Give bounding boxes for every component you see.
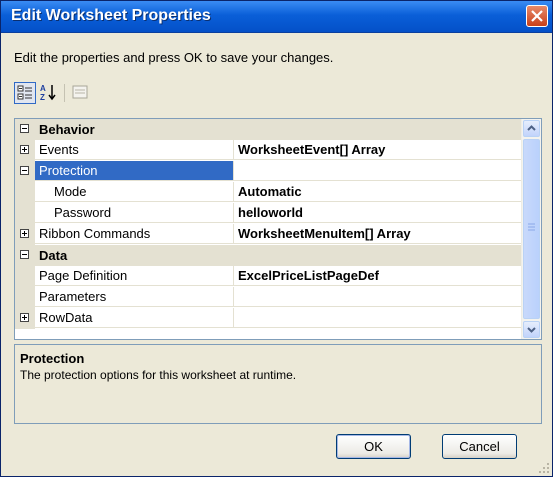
resize-grip-icon[interactable]	[538, 462, 550, 474]
property-row[interactable]: Mode Automatic	[15, 182, 522, 203]
property-value[interactable]	[234, 161, 522, 181]
property-row[interactable]: Page Definition ExcelPriceListPageDef	[15, 266, 522, 287]
alphabetical-button[interactable]: A Z	[38, 82, 60, 104]
collapse-icon[interactable]	[20, 166, 29, 175]
property-row[interactable]: Password helloworld	[15, 203, 522, 224]
cancel-button[interactable]: Cancel	[442, 434, 517, 459]
category-row[interactable]: Behavior	[15, 119, 522, 140]
category-label: Data	[39, 248, 68, 263]
property-row[interactable]: Parameters	[15, 287, 522, 308]
property-row[interactable]: Protection	[15, 161, 522, 182]
toolbar-separator	[64, 84, 65, 102]
title-bar[interactable]: Edit Worksheet Properties	[1, 1, 552, 33]
collapse-icon[interactable]	[20, 124, 29, 133]
scroll-up-button[interactable]	[523, 120, 540, 137]
svg-text:Z: Z	[40, 93, 45, 102]
description-panel: Protection The protection options for th…	[14, 344, 542, 424]
property-value[interactable]	[234, 308, 522, 328]
close-icon	[531, 10, 543, 22]
property-value[interactable]: WorksheetEvent[] Array	[234, 140, 522, 160]
instructions-text: Edit the properties and press OK to save…	[14, 50, 334, 65]
vertical-scrollbar[interactable]	[521, 119, 541, 339]
scroll-down-button[interactable]	[523, 321, 540, 338]
property-name[interactable]: Protection	[35, 161, 234, 181]
property-row[interactable]: Ribbon Commands WorksheetMenuItem[] Array	[15, 224, 522, 245]
property-name[interactable]: Parameters	[35, 287, 234, 307]
property-name[interactable]: Password	[35, 203, 234, 223]
expand-icon[interactable]	[20, 229, 29, 238]
chevron-down-icon	[527, 327, 536, 333]
categorized-button[interactable]	[14, 82, 36, 104]
property-value[interactable]: Automatic	[234, 182, 522, 202]
description-title: Protection	[20, 351, 85, 366]
categorized-icon	[17, 85, 32, 100]
property-row[interactable]: Events WorksheetEvent[] Array	[15, 140, 522, 161]
dialog-window: Edit Worksheet Properties Edit the prope…	[0, 0, 553, 477]
expand-icon[interactable]	[20, 145, 29, 154]
property-value[interactable]: ExcelPriceListPageDef	[234, 266, 522, 286]
row-gutter	[15, 203, 35, 224]
grip-lines-icon	[528, 223, 535, 231]
svg-text:A: A	[40, 84, 46, 93]
chevron-up-icon	[527, 125, 536, 131]
scroll-thumb[interactable]	[523, 139, 540, 319]
property-pages-button[interactable]	[70, 82, 92, 104]
property-name[interactable]: Events	[35, 140, 234, 160]
property-value[interactable]: helloworld	[234, 203, 522, 223]
property-grid[interactable]: Behavior Events WorksheetEvent[] Array Prot…	[14, 118, 542, 340]
property-name[interactable]: Page Definition	[35, 266, 234, 286]
expand-icon[interactable]	[20, 313, 29, 322]
category-label: Behavior	[39, 122, 95, 137]
ok-button[interactable]: OK	[336, 434, 411, 459]
property-row[interactable]: RowData	[15, 308, 522, 329]
property-name[interactable]: RowData	[35, 308, 234, 328]
property-value[interactable]: WorksheetMenuItem[] Array	[234, 224, 522, 244]
property-value[interactable]	[234, 287, 522, 307]
category-row[interactable]: Data	[15, 245, 522, 266]
property-name[interactable]: Ribbon Commands	[35, 224, 234, 244]
description-text: The protection options for this workshee…	[20, 368, 297, 382]
collapse-icon[interactable]	[20, 250, 29, 259]
window-title: Edit Worksheet Properties	[11, 7, 211, 24]
alphabetical-icon: A Z	[40, 84, 56, 102]
close-button[interactable]	[526, 5, 548, 27]
row-gutter	[15, 266, 35, 287]
row-gutter	[15, 287, 35, 308]
category-bar	[15, 245, 522, 266]
property-pages-icon	[72, 85, 88, 99]
row-gutter	[15, 182, 35, 203]
property-name[interactable]: Mode	[35, 182, 234, 202]
